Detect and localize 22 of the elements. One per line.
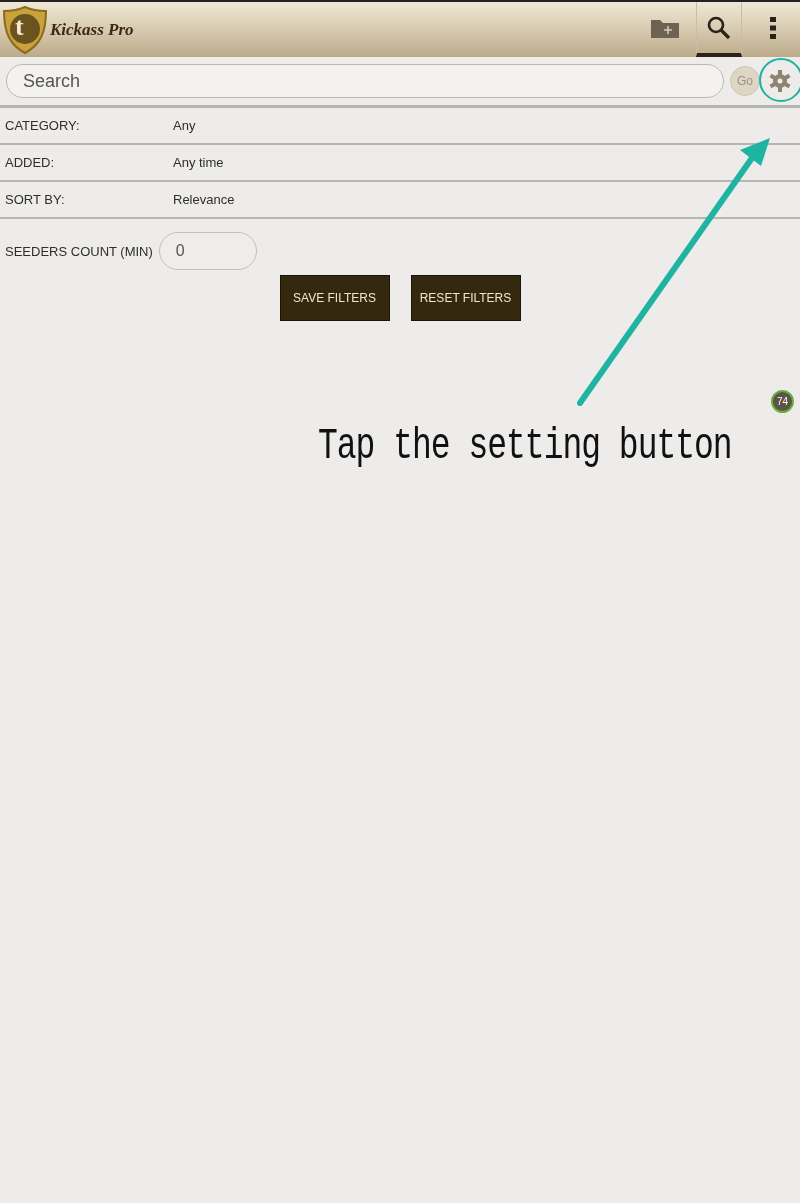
search-icon bbox=[707, 15, 731, 40]
filter-label: ADDED: bbox=[4, 155, 56, 170]
filter-label: CATEGORY: bbox=[4, 118, 81, 133]
search-tab[interactable] bbox=[696, 2, 742, 57]
search-field[interactable]: Search bbox=[6, 64, 724, 98]
filter-value: Any bbox=[173, 118, 196, 133]
seeders-label: SEEDERS COUNT (MIN) bbox=[5, 243, 153, 259]
app-title: Kickass Pro bbox=[50, 19, 134, 40]
logo-letter: t bbox=[15, 11, 24, 42]
save-filters-button[interactable]: SAVE FILTERS bbox=[279, 275, 390, 321]
filter-row[interactable]: CATEGORY: Any bbox=[0, 108, 800, 145]
annotation-text: Tap the setting button bbox=[318, 422, 732, 472]
seeders-count-field[interactable]: 0 bbox=[158, 232, 257, 270]
more-icon bbox=[770, 16, 776, 39]
settings-icon bbox=[768, 69, 792, 93]
reset-filters-button[interactable]: RESET FILTERS bbox=[410, 275, 521, 321]
shield-logo-icon bbox=[2, 4, 48, 55]
filter-value: Relevance bbox=[173, 192, 235, 207]
filter-row[interactable]: SORT BY: Relevance bbox=[0, 182, 800, 219]
filter-value: Any time bbox=[173, 155, 224, 170]
filter-label: SORT BY: bbox=[4, 192, 66, 207]
floating-badge[interactable]: 74 bbox=[771, 390, 794, 413]
